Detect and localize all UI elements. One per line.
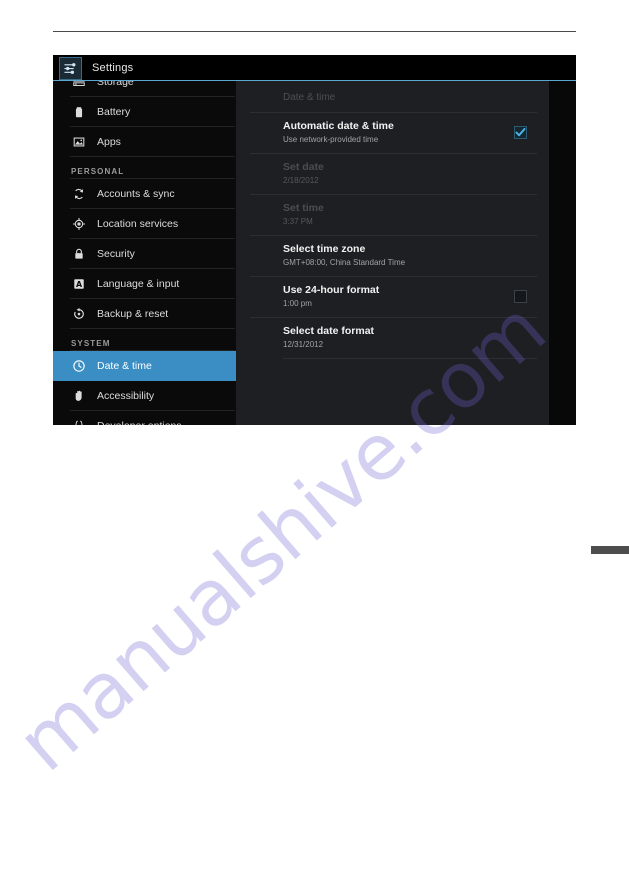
pref-texts: Select time zone GMT+08:00, China Standa… [283,243,537,268]
pref-subtitle: 12/31/2012 [283,340,324,349]
section-title: Date & time [283,92,336,103]
pref-subtitle: 3:37 PM [283,217,313,226]
battery-icon [71,104,87,120]
sidebar-item-accessibility[interactable]: Accessibility [53,381,236,411]
pref-subtitle: 2/18/2012 [283,176,319,185]
svg-text:A: A [76,280,83,289]
lock-icon [71,246,87,262]
content-right-gutter [549,81,576,425]
pref-title: Automatic date & time [283,120,394,132]
sidebar-item-accounts-sync[interactable]: Accounts & sync [53,179,236,209]
sidebar-item-location-services[interactable]: Location services [53,209,236,239]
sidebar-section-system: SYSTEM [53,329,236,351]
sidebar-item-backup-reset[interactable]: Backup & reset [53,299,236,329]
pref-title: Set date [283,161,324,173]
sidebar-item-label: Accessibility [97,390,155,402]
checkbox-use-24-hour-format[interactable] [514,290,527,303]
tablet-screenshot-window: Settings Storage Battery Apps PERSONAL A… [53,55,576,425]
sidebar-item-label: Date & time [97,360,152,372]
pref-control[interactable] [514,126,527,139]
sidebar-item-label: Security [97,248,135,260]
pref-subtitle: Use network-provided time [283,135,379,144]
pref-subtitle: GMT+08:00, China Standard Time [283,258,406,267]
pref-title: Set time [283,202,324,214]
pref-texts: Set date 2/18/2012 [283,161,537,186]
checkbox-automatic-date-time[interactable] [514,126,527,139]
sidebar-item-security[interactable]: Security [53,239,236,269]
hand-icon [71,388,87,404]
page-header-rule [53,31,576,32]
action-bar: Settings [53,55,576,81]
braces-icon [71,418,87,425]
sidebar-nav-list: Storage Battery Apps PERSONAL Accounts &… [53,81,236,425]
pref-use-24-hour-format[interactable]: Use 24-hour format 1:00 pm [250,276,537,317]
list-bottom-divider [283,358,537,359]
sidebar-item-battery[interactable]: Battery [53,97,236,127]
pref-set-date: Set date 2/18/2012 [250,153,537,194]
date-time-preference-list: Date & time Automatic date & time Use ne… [236,81,549,425]
pref-texts: Select date format 12/31/2012 [283,325,537,350]
pref-texts: Automatic date & time Use network-provid… [283,120,514,145]
pref-subtitle: 1:00 pm [283,299,312,308]
pref-select-date-format[interactable]: Select date format 12/31/2012 [250,317,537,358]
settings-sliders-icon [59,56,82,80]
backup-reset-icon [71,306,87,322]
sidebar-item-label: Storage [97,81,134,88]
sidebar-item-developer-options[interactable]: Developer options [53,411,236,425]
pref-control[interactable] [514,290,527,303]
sidebar-section-personal: PERSONAL [53,157,236,179]
sidebar-item-storage[interactable]: Storage [53,81,236,97]
settings-body: Storage Battery Apps PERSONAL Accounts &… [53,81,576,425]
sidebar-item-label: Battery [97,106,131,118]
sidebar-item-label: Language & input [97,278,180,290]
sidebar-item-label: Apps [97,136,121,148]
settings-detail-panel: Date & time Automatic date & time Use ne… [236,81,576,425]
sidebar-item-language-input[interactable]: A Language & input [53,269,236,299]
sidebar-item-label: Location services [97,218,179,230]
pref-title: Select time zone [283,243,366,255]
sidebar-item-date-time[interactable]: Date & time [53,351,236,381]
sidebar-item-apps[interactable]: Apps [53,127,236,157]
sidebar-item-label: Developer options [97,420,182,425]
storage-icon [71,81,87,90]
pref-title: Select date format [283,325,375,337]
apps-icon [71,134,87,150]
location-icon [71,216,87,232]
pref-title: Use 24-hour format [283,284,380,296]
language-icon: A [71,276,87,292]
page-edge-tab-marker [591,546,629,554]
sync-icon [71,186,87,202]
pref-texts: Use 24-hour format 1:00 pm [283,284,514,309]
pref-texts: Set time 3:37 PM [283,202,537,227]
app-title: Settings [92,62,134,74]
settings-sidebar[interactable]: Storage Battery Apps PERSONAL Accounts &… [53,81,236,425]
sidebar-item-label: Backup & reset [97,308,169,320]
pref-set-time: Set time 3:37 PM [250,194,537,235]
pref-automatic-date-time[interactable]: Automatic date & time Use network-provid… [250,112,537,153]
clock-icon [71,358,87,374]
pref-select-time-zone[interactable]: Select time zone GMT+08:00, China Standa… [250,235,537,276]
sidebar-item-label: Accounts & sync [97,188,175,200]
